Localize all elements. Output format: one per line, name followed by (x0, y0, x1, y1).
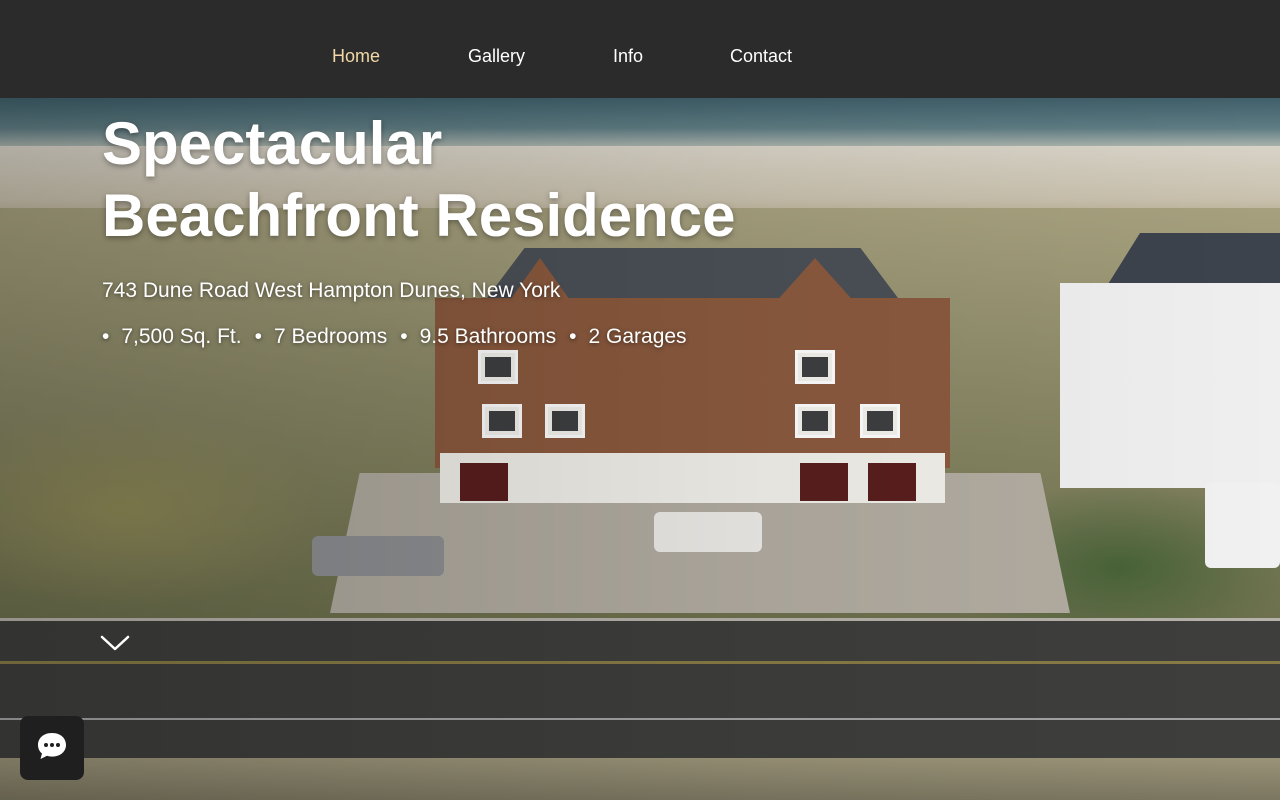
hero-title-line-2: Beachfront Residence (102, 182, 736, 249)
bullet: • (400, 325, 408, 348)
top-navigation: Home Gallery Info Contact (0, 0, 1280, 98)
feature-label: 2 Garages (588, 325, 687, 348)
nav-item-contact[interactable]: Contact (730, 46, 792, 66)
property-address: 743 Dune Road West Hampton Dunes, New Yo… (102, 279, 561, 302)
hero-title-line-1: Spectacular (102, 110, 443, 177)
bullet: • (569, 325, 577, 348)
feature-label: 9.5 Bathrooms (419, 325, 557, 348)
feature-bedrooms: • 7 Bedrooms (255, 325, 388, 349)
feature-garages: • 2 Garages (569, 325, 686, 349)
hero-title: Spectacular Beachfront Residence (102, 108, 736, 252)
bullet: • (102, 325, 110, 348)
bullet: • (254, 325, 262, 348)
chat-button[interactable] (20, 716, 84, 780)
feature-bathrooms: • 9.5 Bathrooms (400, 325, 556, 349)
chevron-down-icon[interactable] (100, 633, 130, 653)
feature-label: 7 Bedrooms (273, 325, 388, 348)
nav-item-gallery[interactable]: Gallery (468, 46, 525, 66)
feature-label: 7,500 Sq. Ft. (121, 325, 242, 348)
nav-item-info[interactable]: Info (613, 46, 643, 66)
property-features: • 7,500 Sq. Ft. • 7 Bedrooms • 9.5 Bathroom… (102, 325, 687, 349)
chat-bubble-icon (35, 730, 69, 767)
nav-item-home[interactable]: Home (332, 46, 380, 66)
feature-square-feet: • 7,500 Sq. Ft. (102, 325, 242, 349)
